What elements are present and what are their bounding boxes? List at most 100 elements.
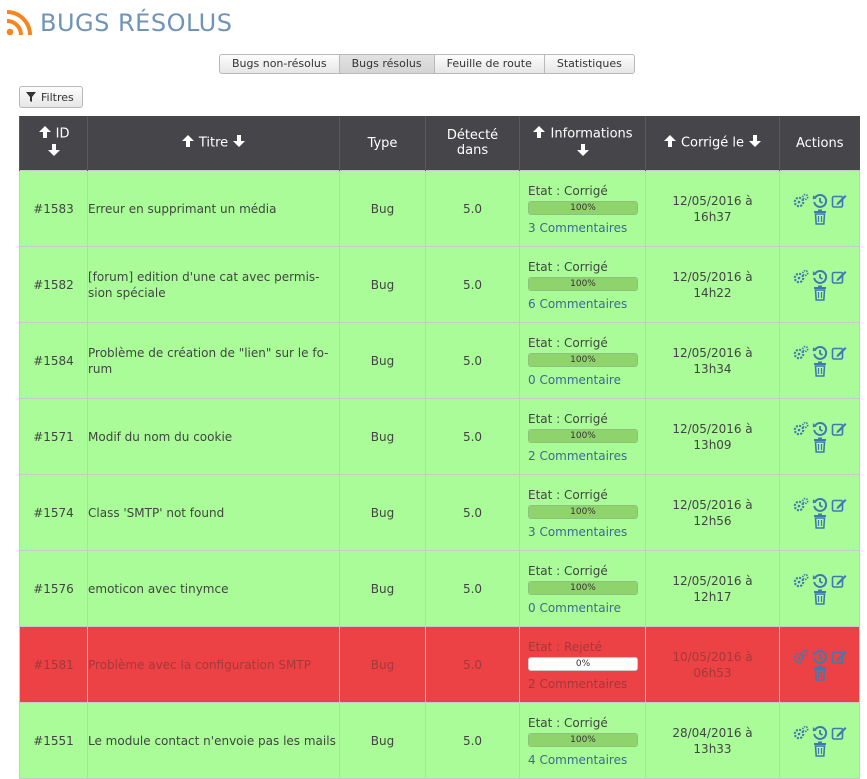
sort-asc-icon[interactable] bbox=[663, 134, 677, 152]
rss-icon[interactable] bbox=[6, 10, 32, 36]
sort-asc-icon[interactable] bbox=[38, 125, 52, 143]
bug-id-link[interactable]: #1582 bbox=[19, 246, 88, 323]
tab-roadmap[interactable]: Feuille de route bbox=[433, 54, 545, 74]
comments-link[interactable]: 2 Commentaires bbox=[528, 676, 645, 692]
table-row: #1582 [forum] edition d'une cat avec per… bbox=[19, 246, 860, 323]
sort-asc-icon[interactable] bbox=[181, 134, 195, 152]
edit-icon[interactable] bbox=[831, 649, 847, 665]
progress-label: 100% bbox=[570, 203, 596, 213]
comments-link[interactable]: 2 Commentaires bbox=[528, 448, 645, 464]
bug-status: Etat : Rejeté bbox=[528, 640, 603, 654]
trash-icon[interactable] bbox=[813, 285, 827, 301]
progress-label: 100% bbox=[570, 735, 596, 745]
bug-informations: Etat : Corrigé 100% 6 Commentaires bbox=[519, 246, 646, 323]
comments-link[interactable]: 0 Commentaire bbox=[528, 600, 645, 616]
fixed-time: 12h56 bbox=[693, 513, 732, 528]
bug-fixed-date: 28/04/2016 à 13h33 bbox=[645, 702, 780, 779]
comments-link[interactable]: 0 Commentaire bbox=[528, 372, 645, 388]
trash-icon[interactable] bbox=[813, 741, 827, 757]
sort-asc-icon[interactable] bbox=[532, 125, 546, 143]
cogs-icon[interactable] bbox=[793, 421, 809, 437]
fixed-time: 06h53 bbox=[693, 665, 732, 680]
table-row: #1584 Problème de création de "lien" sur… bbox=[19, 322, 860, 399]
trash-icon[interactable] bbox=[813, 589, 827, 605]
column-header-type: Type bbox=[339, 116, 426, 171]
cogs-icon[interactable] bbox=[793, 497, 809, 513]
edit-icon[interactable] bbox=[831, 573, 847, 589]
cogs-icon[interactable] bbox=[793, 345, 809, 361]
history-icon[interactable] bbox=[812, 573, 828, 589]
bug-title: Erreur en supprimant un média bbox=[87, 170, 340, 247]
bug-title: [forum] edition d'une cat avec permis-si… bbox=[87, 246, 340, 323]
bug-informations: Etat : Corrigé 100% 4 Commentaires bbox=[519, 702, 646, 779]
edit-icon[interactable] bbox=[831, 421, 847, 437]
bug-id-link[interactable]: #1576 bbox=[19, 550, 88, 627]
bug-id-link[interactable]: #1551 bbox=[19, 702, 88, 779]
history-icon[interactable] bbox=[812, 725, 828, 741]
bug-status: Etat : Corrigé bbox=[528, 412, 608, 426]
bug-type: Bug bbox=[339, 246, 426, 323]
bug-type: Bug bbox=[339, 474, 426, 551]
bug-type: Bug bbox=[339, 550, 426, 627]
cogs-icon[interactable] bbox=[793, 649, 809, 665]
edit-icon[interactable] bbox=[831, 269, 847, 285]
bug-id-link[interactable]: #1584 bbox=[19, 322, 88, 399]
edit-icon[interactable] bbox=[831, 497, 847, 513]
history-icon[interactable] bbox=[812, 193, 828, 209]
history-icon[interactable] bbox=[812, 269, 828, 285]
trash-icon[interactable] bbox=[813, 361, 827, 377]
cogs-icon[interactable] bbox=[793, 725, 809, 741]
bug-informations: Etat : Corrigé 100% 3 Commentaires bbox=[519, 170, 646, 247]
edit-icon[interactable] bbox=[831, 725, 847, 741]
comments-link[interactable]: 3 Commentaires bbox=[528, 220, 645, 236]
history-icon[interactable] bbox=[812, 497, 828, 513]
bug-actions bbox=[779, 550, 860, 627]
sort-desc-icon[interactable] bbox=[47, 143, 61, 161]
comments-link[interactable]: 3 Commentaires bbox=[528, 524, 645, 540]
tab-unresolved-bugs[interactable]: Bugs non-résolus bbox=[219, 54, 340, 74]
tab-statistics[interactable]: Statistiques bbox=[543, 54, 635, 74]
edit-icon[interactable] bbox=[831, 345, 847, 361]
column-header-fixed-date[interactable]: Corrigé le bbox=[645, 116, 780, 171]
bug-id-link[interactable]: #1581 bbox=[19, 626, 88, 703]
edit-icon[interactable] bbox=[831, 193, 847, 209]
trash-icon[interactable] bbox=[813, 437, 827, 453]
fixed-time: 16h37 bbox=[693, 209, 732, 224]
cogs-icon[interactable] bbox=[793, 193, 809, 209]
bug-title: Problème de création de "lien" sur le fo… bbox=[87, 322, 340, 399]
bug-id-link[interactable]: #1583 bbox=[19, 170, 88, 247]
filter-button[interactable]: Filtres bbox=[19, 86, 83, 108]
table-row: #1551 Le module contact n'envoie pas les… bbox=[19, 702, 860, 779]
sort-desc-icon[interactable] bbox=[232, 134, 246, 152]
history-icon[interactable] bbox=[812, 649, 828, 665]
tab-resolved-bugs[interactable]: Bugs résolus bbox=[338, 54, 435, 74]
bug-informations: Etat : Rejeté 0% 2 Commentaires bbox=[519, 626, 646, 703]
bug-id-link[interactable]: #1571 bbox=[19, 398, 88, 475]
trash-icon[interactable] bbox=[813, 513, 827, 529]
comments-link[interactable]: 6 Commentaires bbox=[528, 296, 645, 312]
bug-informations: Etat : Corrigé 100% 0 Commentaire bbox=[519, 322, 646, 399]
cogs-icon[interactable] bbox=[793, 573, 809, 589]
bug-id-link[interactable]: #1574 bbox=[19, 474, 88, 551]
history-icon[interactable] bbox=[812, 421, 828, 437]
bug-status: Etat : Corrigé bbox=[528, 260, 608, 274]
trash-icon[interactable] bbox=[813, 209, 827, 225]
bug-type: Bug bbox=[339, 702, 426, 779]
bug-actions bbox=[779, 626, 860, 703]
cogs-icon[interactable] bbox=[793, 269, 809, 285]
trash-icon[interactable] bbox=[813, 665, 827, 681]
column-header-informations[interactable]: Informations bbox=[519, 116, 646, 171]
bug-detected-version: 5.0 bbox=[425, 246, 520, 323]
sort-desc-icon[interactable] bbox=[576, 143, 590, 161]
column-header-id[interactable]: ID bbox=[19, 116, 88, 171]
bug-detected-version: 5.0 bbox=[425, 702, 520, 779]
fixed-time: 13h09 bbox=[693, 437, 732, 452]
fixed-time: 12h17 bbox=[693, 589, 732, 604]
column-label-informations: Informations bbox=[550, 126, 633, 142]
bug-title: Class 'SMTP' not found bbox=[87, 474, 340, 551]
comments-link[interactable]: 4 Commentaires bbox=[528, 752, 645, 768]
sort-desc-icon[interactable] bbox=[748, 134, 762, 152]
history-icon[interactable] bbox=[812, 345, 828, 361]
column-header-title[interactable]: Titre bbox=[87, 116, 340, 171]
bug-detected-version: 5.0 bbox=[425, 626, 520, 703]
